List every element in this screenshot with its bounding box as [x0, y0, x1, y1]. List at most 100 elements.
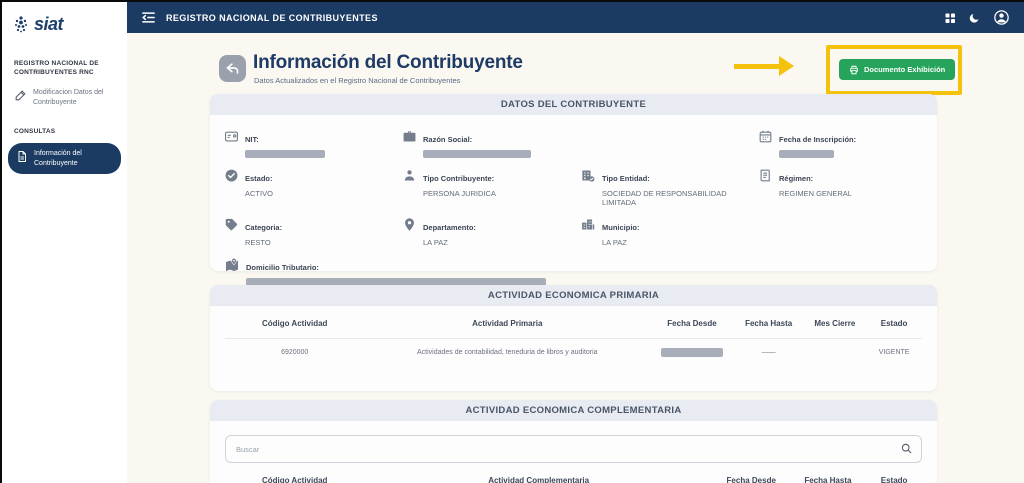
field-label: Municipio: — [602, 223, 640, 232]
actividad-primaria-card: ACTIVIDAD ECONOMICA PRIMARIA Código Acti… — [210, 285, 937, 391]
field-fecha-inscripcion: Fecha de Inscripción: — [758, 129, 925, 158]
actividad-complementaria-table: Código Actividad Actividad Complementari… — [225, 476, 922, 483]
sidebar-item-informacion-contribuyente[interactable]: Información del Contribuyente — [8, 143, 121, 175]
field-label: Estado: — [245, 174, 273, 183]
app-window: siat REGISTRO NACIONAL DE CONTRIBUYENTES… — [0, 0, 1024, 483]
table-row: 6920000 Actividades de contabilidad, ten… — [225, 339, 922, 367]
city-icon — [580, 217, 596, 232]
document-icon — [16, 150, 28, 163]
field-label: Razón Social: — [423, 135, 472, 144]
siat-logo-icon — [14, 16, 29, 33]
cell-codigo: 6920000 — [225, 339, 364, 367]
field-label: NIT: — [245, 135, 259, 144]
sidebar-item-label: Información del Contribuyente — [34, 149, 113, 169]
field-label: Tipo Contribuyente: — [423, 174, 494, 183]
cell-fecha-desde — [650, 339, 734, 367]
field-label: Régimen: — [779, 174, 813, 183]
field-value: SOCIEDAD DE RESPONSABILIDAD LIMITADA — [602, 189, 758, 207]
actividad-complementaria-card: ACTIVIDAD ECONOMICA COMPLEMENTARIA Códig… — [210, 400, 937, 483]
highlight-arrow-head — [779, 56, 794, 76]
cell-fecha-hasta: —— — [734, 339, 804, 367]
field-estado: Estado: ACTIVO — [224, 168, 402, 207]
briefcase-icon — [402, 129, 417, 144]
documento-exhibicion-button[interactable]: Documento Exhibición — [839, 59, 955, 80]
building-check-icon — [580, 168, 596, 183]
id-card-icon — [224, 129, 239, 144]
topbar-title: REGISTRO NACIONAL DE CONTRIBUYENTES — [166, 13, 378, 23]
column-header: Estado — [866, 476, 922, 483]
field-value: RESTO — [245, 238, 282, 247]
datos-contribuyente-header: DATOS DEL CONTRIBUYENTE — [210, 94, 937, 115]
field-categoria: Categoria: RESTO — [224, 217, 402, 247]
field-value: ACTIVO — [245, 189, 273, 198]
redacted-value — [423, 150, 531, 158]
page-title: Información del Contribuyente — [253, 52, 523, 74]
field-label: Domicilio Tributario: — [246, 263, 319, 272]
field-regimen: Régimen: REGIMEN GENERAL — [758, 168, 925, 207]
menu-fold-icon[interactable] — [141, 11, 156, 24]
topbar: REGISTRO NACIONAL DE CONTRIBUYENTES — [127, 2, 1024, 33]
field-value: PERSONA JURIDICA — [423, 189, 496, 198]
dark-mode-moon-icon[interactable] — [969, 12, 980, 24]
sidebar-group-rnc: REGISTRO NACIONAL DE CONTRIBUYENTES RNC — [2, 45, 127, 82]
field-label: Fecha de Inscripción: — [779, 135, 856, 144]
sidebar-item-modificacion-datos[interactable]: Modificacion Datos del Contribuyente — [2, 82, 127, 114]
field-label: Departamento: — [423, 223, 476, 232]
column-header: Fecha Hasta — [790, 476, 867, 483]
back-arrow-icon — [225, 62, 240, 75]
sidebar-group-consultas: CONSULTAS — [2, 113, 127, 140]
field-label: Tipo Entidad: — [602, 174, 650, 183]
calendar-icon — [758, 129, 773, 144]
map-icon — [224, 257, 240, 273]
field-tipo-entidad: Tipo Entidad: SOCIEDAD DE RESPONSABILIDA… — [580, 168, 758, 207]
field-value: REGIMEN GENERAL — [779, 189, 852, 198]
actividad-complementaria-header: ACTIVIDAD ECONOMICA COMPLEMENTARIA — [210, 400, 937, 421]
column-header: Actividad Primaria — [364, 319, 650, 339]
search-icon[interactable] — [900, 442, 913, 455]
column-header: Código Actividad — [225, 319, 364, 339]
column-header: Fecha Desde — [713, 476, 790, 483]
documento-exhibicion-label: Documento Exhibición — [864, 65, 945, 74]
sidebar-item-label: Modificacion Datos del Contribuyente — [33, 88, 119, 108]
siat-logo-text: siat — [34, 14, 63, 35]
page-subtitle: Datos Actualizados en el Registro Nacion… — [254, 76, 460, 85]
search-bar — [225, 435, 922, 463]
column-header: Fecha Hasta — [734, 319, 804, 339]
highlight-arrow — [734, 64, 781, 69]
field-razon-social: Razón Social: — [402, 129, 580, 158]
edit-icon — [14, 89, 27, 102]
check-circle-icon — [224, 168, 239, 183]
field-nit: NIT: — [224, 129, 402, 158]
field-tipo-contribuyente: Tipo Contribuyente: PERSONA JURIDICA — [402, 168, 580, 207]
column-header: Mes Cierre — [803, 319, 866, 339]
sidebar: siat REGISTRO NACIONAL DE CONTRIBUYENTES… — [2, 2, 127, 483]
cell-mes-cierre — [803, 339, 866, 367]
redacted-value — [245, 150, 325, 158]
main-content: Información del Contribuyente Datos Actu… — [127, 33, 1024, 483]
redacted-value — [779, 150, 834, 158]
printer-icon — [849, 65, 859, 75]
column-header: Código Actividad — [225, 476, 364, 483]
search-input[interactable] — [225, 435, 922, 463]
tag-icon — [224, 217, 239, 232]
datos-contribuyente-card: DATOS DEL CONTRIBUYENTE NIT: — [210, 94, 937, 271]
column-header: Actividad Complementaria — [364, 476, 713, 483]
field-departamento: Departamento: LA PAZ — [402, 217, 580, 247]
field-municipio: Municipio: LA PAZ — [580, 217, 758, 247]
person-icon — [402, 168, 417, 183]
column-header: Estado — [866, 319, 922, 339]
field-value: LA PAZ — [423, 238, 476, 247]
column-header: Fecha Desde — [650, 319, 734, 339]
apps-grid-icon[interactable] — [944, 12, 956, 24]
document-lines-icon — [758, 168, 773, 183]
siat-logo[interactable]: siat — [2, 2, 127, 45]
back-button[interactable] — [219, 55, 246, 82]
actividad-primaria-table: Código Actividad Actividad Primaria Fech… — [225, 319, 922, 366]
redacted-value — [661, 348, 723, 357]
field-label: Categoria: — [245, 223, 282, 232]
cell-estado: VIGENTE — [866, 339, 922, 367]
user-avatar-icon[interactable] — [993, 9, 1010, 26]
actividad-primaria-header: ACTIVIDAD ECONOMICA PRIMARIA — [210, 285, 937, 306]
map-pin-icon — [402, 217, 417, 232]
cell-actividad: Actividades de contabilidad, teneduria d… — [364, 339, 650, 367]
